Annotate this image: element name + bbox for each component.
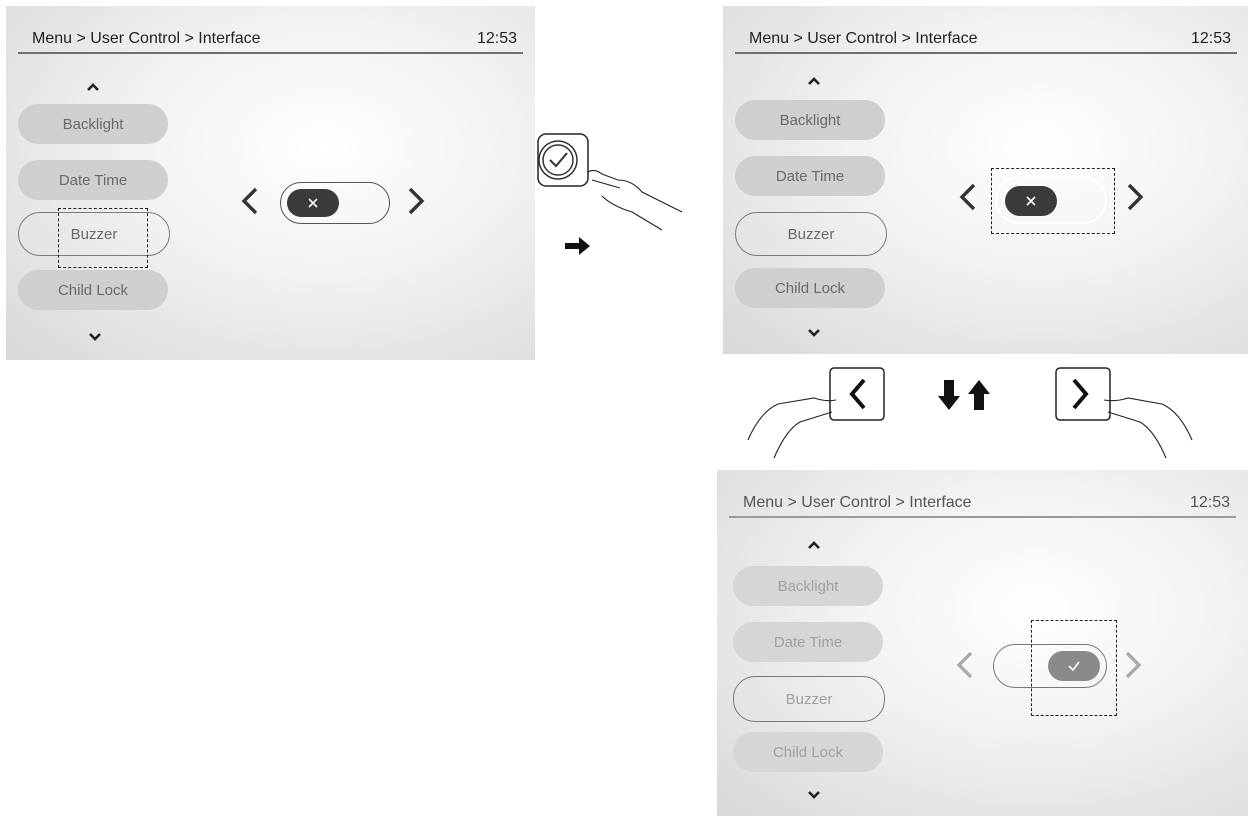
breadcrumb: Menu > User Control > Interface [743, 494, 972, 511]
toggle-knob-off [287, 189, 339, 217]
menu-item-buzzer[interactable]: Buzzer [733, 676, 885, 722]
menu-item-backlight[interactable]: Backlight [18, 104, 168, 144]
chevron-up-icon[interactable] [799, 536, 829, 554]
menu-item-date-time[interactable]: Date Time [733, 622, 883, 662]
highlight-box [1031, 620, 1117, 716]
arrow-right-icon [565, 236, 591, 261]
menu-item-child-lock[interactable]: Child Lock [18, 270, 168, 310]
breadcrumb: Menu > User Control > Interface [32, 30, 261, 47]
close-icon [308, 198, 318, 208]
screen-header: Menu > User Control > Interface 12:53 [729, 490, 1236, 518]
clock-time: 12:53 [1189, 494, 1230, 511]
confirm-button-illustration [532, 130, 692, 260]
menu-item-date-time[interactable]: Date Time [735, 156, 885, 196]
chevron-left-icon[interactable] [956, 182, 980, 217]
highlight-box [58, 208, 148, 268]
screen-3: Menu > User Control > Interface 12:53 Ba… [717, 470, 1248, 816]
menu-item-child-lock[interactable]: Child Lock [733, 732, 883, 772]
chevron-down-icon[interactable] [799, 786, 829, 804]
menu-item-child-lock[interactable]: Child Lock [735, 268, 885, 308]
chevron-right-icon[interactable] [1121, 650, 1145, 685]
screen-1: Menu > User Control > Interface 12:53 Ba… [6, 6, 535, 360]
clock-time: 12:53 [1190, 30, 1231, 47]
chevron-left-icon[interactable] [238, 186, 262, 221]
chevron-right-icon[interactable] [404, 186, 428, 221]
highlight-box [991, 168, 1115, 234]
chevron-up-icon[interactable] [78, 78, 108, 96]
screen-header: Menu > User Control > Interface 12:53 [735, 26, 1237, 54]
screen-header: Menu > User Control > Interface 12:53 [18, 26, 523, 54]
menu-item-backlight[interactable]: Backlight [733, 566, 883, 606]
chevron-left-icon[interactable] [953, 650, 977, 685]
buzzer-toggle[interactable] [280, 182, 390, 224]
breadcrumb: Menu > User Control > Interface [749, 30, 978, 47]
chevron-up-icon[interactable] [799, 72, 829, 90]
menu-item-backlight[interactable]: Backlight [735, 100, 885, 140]
navigation-buttons-illustration [730, 362, 1230, 466]
chevron-down-icon[interactable] [799, 324, 829, 342]
menu-item-buzzer[interactable]: Buzzer [735, 212, 887, 256]
chevron-down-icon[interactable] [80, 328, 110, 346]
clock-time: 12:53 [476, 30, 517, 47]
screen-2: Menu > User Control > Interface 12:53 Ba… [723, 6, 1248, 354]
menu-item-date-time[interactable]: Date Time [18, 160, 168, 200]
chevron-right-icon[interactable] [1123, 182, 1147, 217]
